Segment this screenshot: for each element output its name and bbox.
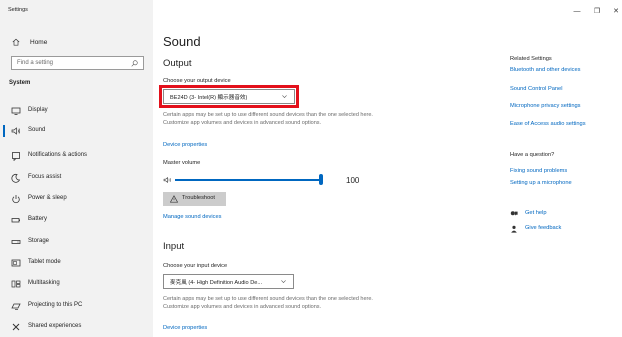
volume-value: 100 bbox=[346, 176, 360, 185]
sidebar-item-power-sleep[interactable]: Power & sleep bbox=[0, 189, 153, 209]
have-a-question-heading: Have a question? bbox=[510, 152, 555, 158]
sidebar-item-notifications[interactable]: Notifications & actions bbox=[0, 146, 153, 166]
window-title: Settings bbox=[8, 7, 28, 13]
storage-icon bbox=[11, 240, 21, 244]
setting-up-microphone-link[interactable]: Setting up a microphone bbox=[510, 180, 572, 186]
search-placeholder: Find a setting bbox=[17, 60, 54, 66]
output-description: Certain apps may be set up to use differ… bbox=[163, 112, 373, 126]
power-icon bbox=[12, 195, 20, 204]
volume-slider-track[interactable] bbox=[175, 179, 321, 181]
give-feedback-link[interactable]: Give feedback bbox=[525, 225, 561, 231]
manage-sound-devices-link[interactable]: Manage sound devices bbox=[163, 214, 222, 220]
project-icon bbox=[11, 303, 21, 310]
get-help-link[interactable]: Get help bbox=[525, 210, 547, 216]
sidebar-item-label: Projecting to this PC bbox=[28, 302, 83, 308]
sidebar-item-storage[interactable]: Storage bbox=[0, 232, 153, 252]
search-icon bbox=[131, 60, 138, 67]
sidebar-item-multitasking[interactable]: Multitasking bbox=[0, 274, 153, 294]
monitor-icon bbox=[11, 107, 21, 115]
help-icon bbox=[510, 211, 518, 216]
chevron-down-icon bbox=[281, 280, 286, 283]
moon-icon bbox=[11, 173, 21, 183]
input-description: Certain apps may be set up to use differ… bbox=[163, 296, 373, 310]
ease-of-access-audio-link[interactable]: Ease of Access audio settings bbox=[510, 121, 586, 127]
sound-control-panel-link[interactable]: Sound Control Panel bbox=[510, 86, 563, 92]
warning-icon bbox=[170, 195, 178, 203]
notifications-icon bbox=[12, 152, 20, 161]
microphone-privacy-link[interactable]: Microphone privacy settings bbox=[510, 103, 581, 109]
output-device-label: Choose your output device bbox=[163, 78, 231, 84]
sidebar-item-label: Shared experiences bbox=[28, 323, 82, 329]
master-volume-label: Master volume bbox=[163, 160, 201, 166]
search-input[interactable]: Find a setting bbox=[11, 56, 144, 70]
tablet-icon bbox=[11, 259, 21, 267]
battery-icon bbox=[11, 218, 20, 223]
feedback-icon bbox=[511, 225, 517, 233]
related-settings-heading: Related Settings bbox=[510, 56, 552, 62]
volume-slider-thumb[interactable] bbox=[319, 174, 323, 185]
input-device-value: 麥克風 (4- High Definition Audio De... bbox=[170, 280, 263, 286]
sidebar-item-shared-experiences[interactable]: Shared experiences bbox=[0, 317, 153, 337]
sidebar-item-tablet-mode[interactable]: Tablet mode bbox=[0, 253, 153, 273]
home-link[interactable]: Home bbox=[0, 34, 153, 50]
sidebar-item-label: Tablet mode bbox=[28, 259, 61, 265]
selected-indicator bbox=[3, 125, 5, 137]
related-settings-panel: Related Settings Bluetooth and other dev… bbox=[510, 0, 622, 337]
sidebar-item-label: Display bbox=[28, 107, 48, 113]
shared-icon bbox=[12, 323, 20, 331]
red-highlight-box bbox=[159, 85, 299, 108]
speaker-icon bbox=[11, 127, 21, 135]
speaker-icon bbox=[163, 177, 171, 183]
troubleshoot-label: Troubleshoot bbox=[182, 195, 215, 201]
sidebar: Home Find a setting System Display Sound… bbox=[0, 0, 153, 337]
input-device-label: Choose your input device bbox=[163, 263, 228, 269]
sidebar-item-display[interactable]: Display bbox=[0, 101, 153, 121]
sidebar-item-label: Multitasking bbox=[28, 280, 60, 286]
sidebar-item-projecting[interactable]: Projecting to this PC bbox=[0, 296, 153, 316]
sidebar-item-sound[interactable]: Sound bbox=[0, 121, 153, 141]
fixing-sound-problems-link[interactable]: Fixing sound problems bbox=[510, 168, 567, 174]
troubleshoot-button[interactable]: Troubleshoot bbox=[163, 192, 226, 206]
home-label: Home bbox=[30, 38, 48, 46]
home-icon bbox=[12, 38, 20, 46]
bluetooth-link[interactable]: Bluetooth and other devices bbox=[510, 67, 581, 73]
section-system: System bbox=[9, 80, 31, 86]
input-heading: Input bbox=[163, 241, 185, 252]
page-title: Sound bbox=[163, 34, 201, 49]
output-heading: Output bbox=[163, 58, 192, 69]
sidebar-item-label: Focus assist bbox=[28, 174, 62, 180]
sidebar-item-label: Power & sleep bbox=[28, 195, 67, 201]
input-device-dropdown[interactable]: 麥克風 (4- High Definition Audio De... bbox=[163, 274, 294, 289]
sidebar-item-focus-assist[interactable]: Focus assist bbox=[0, 168, 153, 188]
sidebar-item-label: Notifications & actions bbox=[28, 152, 88, 158]
output-device-properties-link[interactable]: Device properties bbox=[163, 142, 207, 148]
sidebar-item-label: Sound bbox=[28, 127, 46, 133]
sidebar-item-battery[interactable]: Battery bbox=[0, 210, 153, 230]
sidebar-item-label: Battery bbox=[28, 216, 48, 222]
input-device-properties-link[interactable]: Device properties bbox=[163, 325, 207, 331]
multitasking-icon bbox=[11, 280, 21, 288]
sidebar-item-label: Storage bbox=[28, 238, 50, 244]
